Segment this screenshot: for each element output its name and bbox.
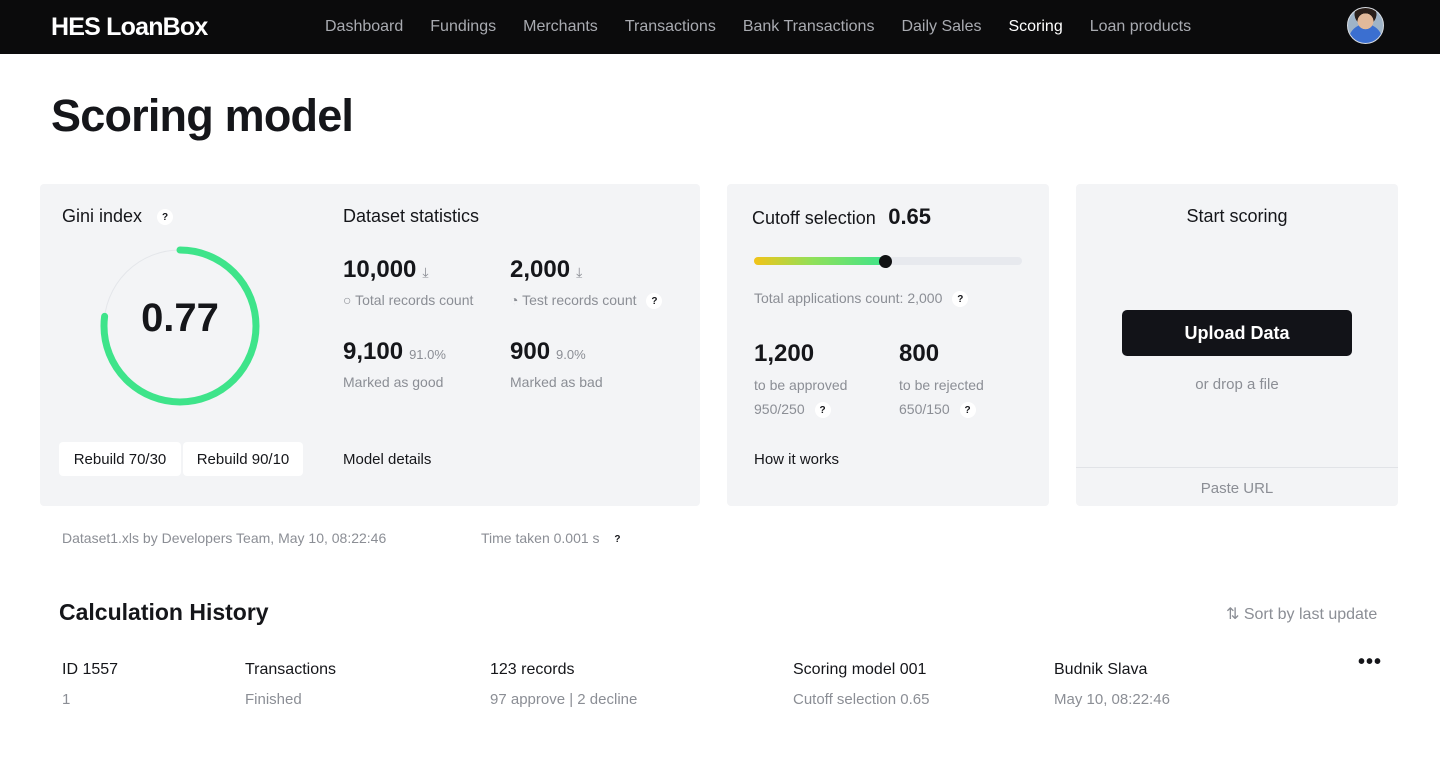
download-icon[interactable]: ⤓ [422,264,428,280]
history-records: 123 records [490,661,575,678]
nav-item-scoring[interactable]: Scoring [1008,18,1062,36]
rejected-split-value: 650/150 [899,401,950,417]
bad-stat: 900 9.0% [510,338,586,366]
history-records-sub: 97 approve | 2 decline [490,691,638,708]
sort-icon: ⇅ [1226,606,1240,623]
history-model-sub: Cutoff selection 0.65 [793,691,930,708]
bad-percent: 9.0% [556,347,586,362]
circle-icon: ○ [343,292,352,308]
main-nav: Dashboard Fundings Merchants Transaction… [325,0,1218,54]
nav-item-merchants[interactable]: Merchants [523,18,598,36]
gini-heading: Gini index ? [62,206,174,227]
gini-dataset-card: Gini index ? 0.77 Rebuild 70/30 Rebuild … [40,184,700,506]
total-applications-label: Total applications count: 2,000 [754,290,943,306]
history-user: Budnik Slava [1054,661,1148,678]
rejected-value: 800 [899,340,940,367]
total-applications-help-icon[interactable]: ? [952,291,969,308]
good-label: Marked as good [343,374,444,390]
good-percent: 91.0% [409,347,446,362]
good-value: 9,100 [343,338,404,365]
approved-value: 1,200 [754,340,815,367]
page-title: Scoring model [51,90,354,141]
nav-item-transactions[interactable]: Transactions [625,18,716,36]
bad-label: Marked as bad [510,374,603,390]
user-avatar[interactable] [1347,7,1384,44]
download-icon[interactable]: ⤓ [576,264,582,280]
upload-data-button[interactable]: Upload Data [1122,310,1352,356]
history-type: Transactions [245,661,336,678]
test-records-label: Test records count [522,292,637,308]
brand-logo[interactable]: HES LoanBox [51,13,208,42]
approved-split-value: 950/250 [754,401,805,417]
cutoff-slider-thumb[interactable] [879,255,893,268]
history-date: May 10, 08:22:46 [1054,691,1170,708]
gini-help-icon[interactable]: ? [157,209,174,226]
drop-file-zone[interactable]: or drop a file [1076,376,1398,393]
more-options-icon[interactable]: ••• [1358,651,1382,674]
sort-button[interactable]: ⇅ Sort by last update [1226,604,1377,624]
cutoff-value: 0.65 [888,204,932,229]
model-details-link[interactable]: Model details [343,451,431,468]
cutoff-card: Cutoff selection 0.65 Total applications… [727,184,1049,506]
total-records-stat: 10,000 ⤓ [343,256,429,284]
gini-heading-label: Gini index [62,206,143,226]
approved-label: to be approved [754,377,848,393]
test-records-value: 2,000 [510,256,571,283]
dataset-info: Dataset1.xls by Developers Team, May 10,… [62,530,387,546]
time-taken-help-icon[interactable]: ? [609,531,626,548]
rejected-help-icon[interactable]: ? [959,402,976,419]
nav-item-loan-products[interactable]: Loan products [1090,18,1191,36]
total-records-value: 10,000 [343,256,417,283]
rebuild-70-30-button[interactable]: Rebuild 70/30 [59,442,181,476]
approved-split: 950/250 ? [754,401,831,419]
cutoff-heading-label: Cutoff selection [752,208,876,228]
approved-help-icon[interactable]: ? [814,402,831,419]
time-taken-label: Time taken 0.001 s [481,530,600,546]
rebuild-90-10-button[interactable]: Rebuild 90/10 [183,442,303,476]
test-records-caption: ◔ Test records count ? [510,292,663,310]
top-navigation-bar: HES LoanBox Dashboard Fundings Merchants… [0,0,1440,54]
gini-value: 0.77 [141,296,219,340]
history-id-sub: 1 [62,691,71,708]
start-scoring-card: Start scoring Upload Data or drop a file… [1076,184,1398,506]
paste-url-link[interactable]: Paste URL [1076,480,1398,497]
nav-item-fundings[interactable]: Fundings [430,18,496,36]
good-stat: 9,100 91.0% [343,338,446,366]
sort-label: Sort by last update [1243,606,1378,623]
rejected-split: 650/150 ? [899,401,976,419]
pie-icon: ◔ [510,292,519,308]
cutoff-slider-fill [754,257,886,265]
time-taken: Time taken 0.001 s ? [481,530,626,548]
nav-item-bank-transactions[interactable]: Bank Transactions [743,18,875,36]
history-status: Finished [245,691,302,708]
dataset-heading: Dataset statistics [343,206,480,226]
test-records-help-icon[interactable]: ? [646,293,663,310]
total-applications: Total applications count: 2,000 ? [754,290,969,308]
how-it-works-link[interactable]: How it works [754,451,839,468]
total-records-label: Total records count [355,292,474,308]
cutoff-slider[interactable] [754,255,1022,268]
paste-divider [1076,467,1398,468]
history-id: ID 1557 [62,661,119,678]
test-records-stat: 2,000 ⤓ [510,256,582,284]
nav-item-dashboard[interactable]: Dashboard [325,18,403,36]
bad-value: 900 [510,338,551,365]
total-records-caption: ○ Total records count [343,292,473,308]
start-scoring-heading: Start scoring [1186,206,1288,226]
nav-item-daily-sales[interactable]: Daily Sales [901,18,981,36]
history-model: Scoring model 001 [793,661,927,678]
rejected-label: to be rejected [899,377,984,393]
cutoff-heading: Cutoff selection 0.65 [752,204,931,230]
calculation-history-title: Calculation History [59,599,269,625]
